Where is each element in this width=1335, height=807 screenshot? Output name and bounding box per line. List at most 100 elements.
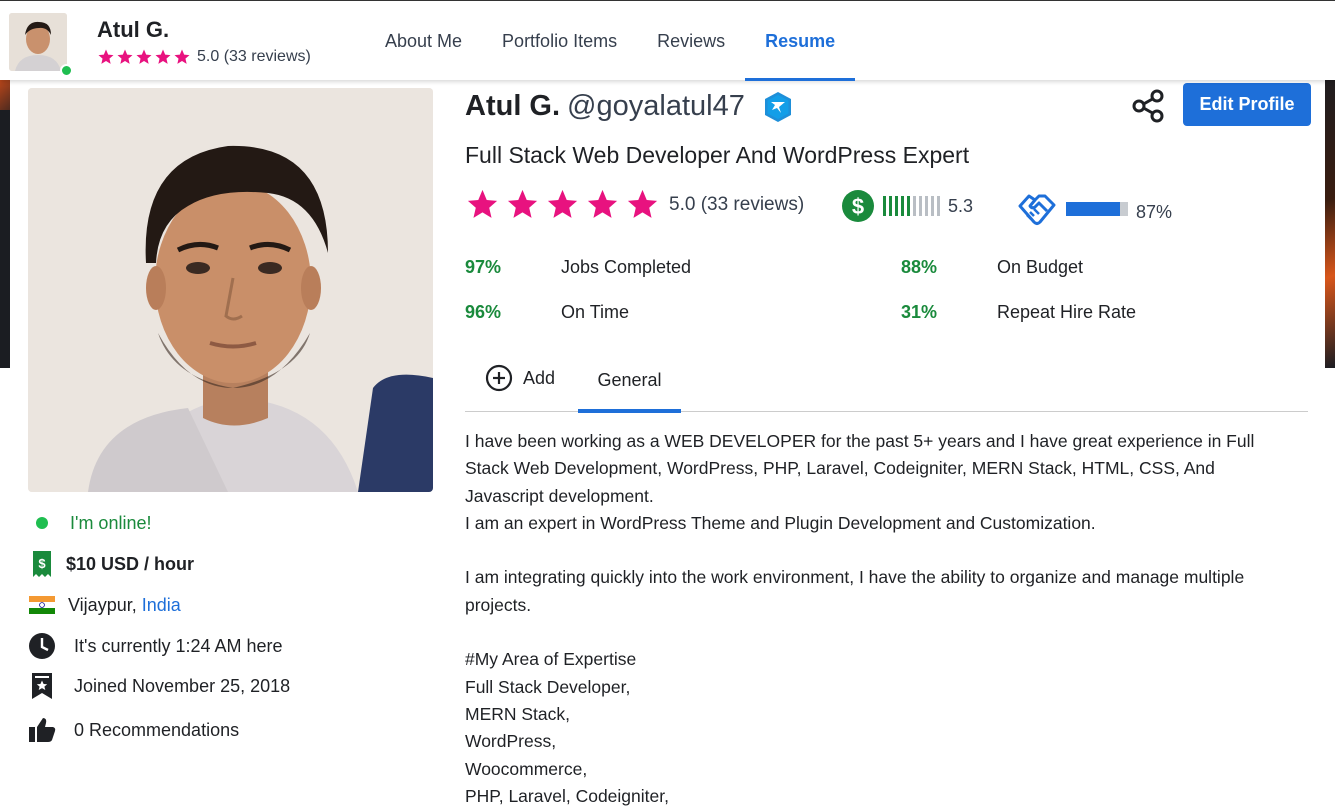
stat-label: On Time bbox=[561, 302, 630, 322]
stat-label: Jobs Completed bbox=[561, 257, 692, 277]
profile-tagline: Full Stack Web Developer And WordPress E… bbox=[465, 142, 970, 168]
money-icon: $ bbox=[28, 550, 56, 578]
description-line: projects. bbox=[465, 594, 532, 615]
star-icon bbox=[547, 189, 578, 218]
local-time-row: It's currently 1:24 AM here bbox=[28, 632, 283, 660]
header-name: Atul G. bbox=[97, 17, 170, 42]
joined-badge-icon bbox=[28, 672, 56, 700]
country-link[interactable]: India bbox=[142, 595, 181, 616]
rating-stars bbox=[465, 187, 660, 222]
star-icon bbox=[627, 189, 658, 218]
star-icon bbox=[174, 49, 190, 64]
star-icon bbox=[587, 189, 618, 218]
dollar-coin-icon: $ bbox=[842, 190, 874, 222]
clock-icon bbox=[28, 632, 56, 660]
hourly-rate: $10 USD / hour bbox=[66, 553, 195, 574]
thumbs-up-icon bbox=[28, 716, 56, 744]
earnings-bar bbox=[901, 196, 904, 216]
profile-photo bbox=[28, 88, 433, 492]
rating-text: 5.0 (33 reviews) bbox=[669, 193, 805, 215]
star-icon bbox=[155, 49, 171, 64]
hourly-rate-row: $ $10 USD / hour bbox=[28, 550, 194, 578]
star-icon bbox=[467, 189, 498, 218]
nav-about-me[interactable]: About Me bbox=[365, 1, 482, 81]
online-text: I'm online! bbox=[70, 512, 152, 533]
description-line: #My Area of Expertise bbox=[465, 649, 637, 670]
resume-tabs: Add General bbox=[465, 348, 1308, 413]
recommendations-text: 0 Recommendations bbox=[74, 719, 240, 740]
india-flag-icon bbox=[28, 591, 56, 619]
local-time-text: It's currently 1:24 AM here bbox=[74, 635, 283, 656]
nav-portfolio-items[interactable]: Portfolio Items bbox=[482, 1, 637, 81]
add-tab-button[interactable]: Add bbox=[485, 364, 555, 392]
profile-header-bar: Atul G. 5.0 (33 reviews) About Me Portfo… bbox=[0, 0, 1335, 81]
star-icon bbox=[98, 49, 114, 64]
profile-rating: 5.0 (33 reviews) bbox=[465, 187, 804, 222]
header-rating: 5.0 (33 reviews) bbox=[97, 48, 311, 66]
joined-text: Joined November 25, 2018 bbox=[74, 675, 291, 696]
stat-value: 88% bbox=[901, 257, 938, 277]
profile-nav: About Me Portfolio Items Reviews Resume bbox=[365, 1, 856, 81]
joined-row: Joined November 25, 2018 bbox=[28, 672, 290, 700]
stat-value: 97% bbox=[465, 257, 502, 277]
handshake-icon bbox=[1018, 194, 1056, 225]
earnings-bar bbox=[931, 196, 934, 216]
description-line: Full Stack Developer, bbox=[465, 676, 631, 697]
description-line: I am an expert in WordPress Theme and Pl… bbox=[465, 512, 1096, 533]
online-dot-icon bbox=[28, 509, 56, 537]
description-line: I have been working as a WEB DEVELOPER f… bbox=[465, 431, 1255, 451]
city-text: Vijaypur, bbox=[68, 594, 137, 615]
star-icon bbox=[507, 189, 538, 218]
profile-handle: @goyalatul47 bbox=[567, 90, 745, 122]
earnings-bar bbox=[883, 196, 886, 216]
stat-value: 96% bbox=[465, 302, 502, 322]
nav-resume[interactable]: Resume bbox=[745, 1, 856, 81]
svg-text:$: $ bbox=[38, 556, 46, 571]
stat-label: Repeat Hire Rate bbox=[997, 302, 1137, 322]
svg-text:$: $ bbox=[852, 194, 864, 219]
completion-bar-fill bbox=[1066, 202, 1120, 216]
profile-completion: 87% bbox=[1018, 192, 1172, 226]
verified-badge-icon[interactable] bbox=[763, 91, 793, 123]
tab-general[interactable]: General bbox=[578, 348, 681, 413]
nav-reviews[interactable]: Reviews bbox=[637, 1, 745, 81]
description-line: PHP, Laravel, Codeigniter, bbox=[465, 785, 669, 806]
location-row: Vijaypur, India bbox=[28, 591, 181, 619]
earnings-bar bbox=[907, 196, 910, 216]
profile-card: I'm online! $ $10 USD / hour Vijaypur, I… bbox=[10, 80, 1325, 807]
completion-percent: 87% bbox=[1136, 201, 1173, 222]
description-line: Woocommerce, bbox=[465, 758, 588, 779]
completion-bar bbox=[1066, 202, 1128, 216]
recommendations-row: 0 Recommendations bbox=[28, 716, 239, 744]
earnings-bar bbox=[937, 196, 940, 216]
earnings-bar bbox=[889, 196, 892, 216]
description-line: Javascript development. bbox=[465, 485, 654, 506]
star-icon bbox=[136, 49, 152, 64]
plus-circle-icon bbox=[485, 364, 513, 392]
add-tab-label: Add bbox=[523, 367, 556, 388]
header-stars bbox=[97, 48, 191, 66]
profile-name-line: Atul G. @goyalatul47 bbox=[465, 90, 793, 123]
earnings-score-value: 5.3 bbox=[948, 195, 974, 216]
description-line: WordPress, bbox=[465, 731, 557, 752]
online-row: I'm online! bbox=[28, 509, 151, 537]
edit-profile-button[interactable]: Edit Profile bbox=[1183, 83, 1311, 126]
header-rating-text: 5.0 (33 reviews) bbox=[197, 48, 311, 65]
earnings-bar bbox=[919, 196, 922, 216]
earnings-bars bbox=[883, 196, 940, 216]
stat-value: 31% bbox=[901, 302, 938, 322]
stat-label: On Budget bbox=[997, 257, 1084, 277]
description-line: I am integrating quickly into the work e… bbox=[465, 567, 1245, 588]
earnings-bar bbox=[913, 196, 916, 216]
profile-name: Atul G. bbox=[465, 90, 561, 122]
earnings-score: $ 5.3 bbox=[842, 190, 973, 222]
header-avatar[interactable] bbox=[9, 13, 67, 71]
earnings-bar bbox=[895, 196, 898, 216]
description-line: MERN Stack, bbox=[465, 703, 571, 724]
online-status-dot bbox=[60, 64, 73, 77]
star-icon bbox=[117, 49, 133, 64]
earnings-bar bbox=[925, 196, 928, 216]
profile-description: I have been working as a WEB DEVELOPER f… bbox=[465, 428, 1310, 807]
share-icon[interactable] bbox=[1130, 88, 1166, 124]
description-line: Stack Web Development, WordPress, PHP, L… bbox=[465, 458, 1215, 479]
